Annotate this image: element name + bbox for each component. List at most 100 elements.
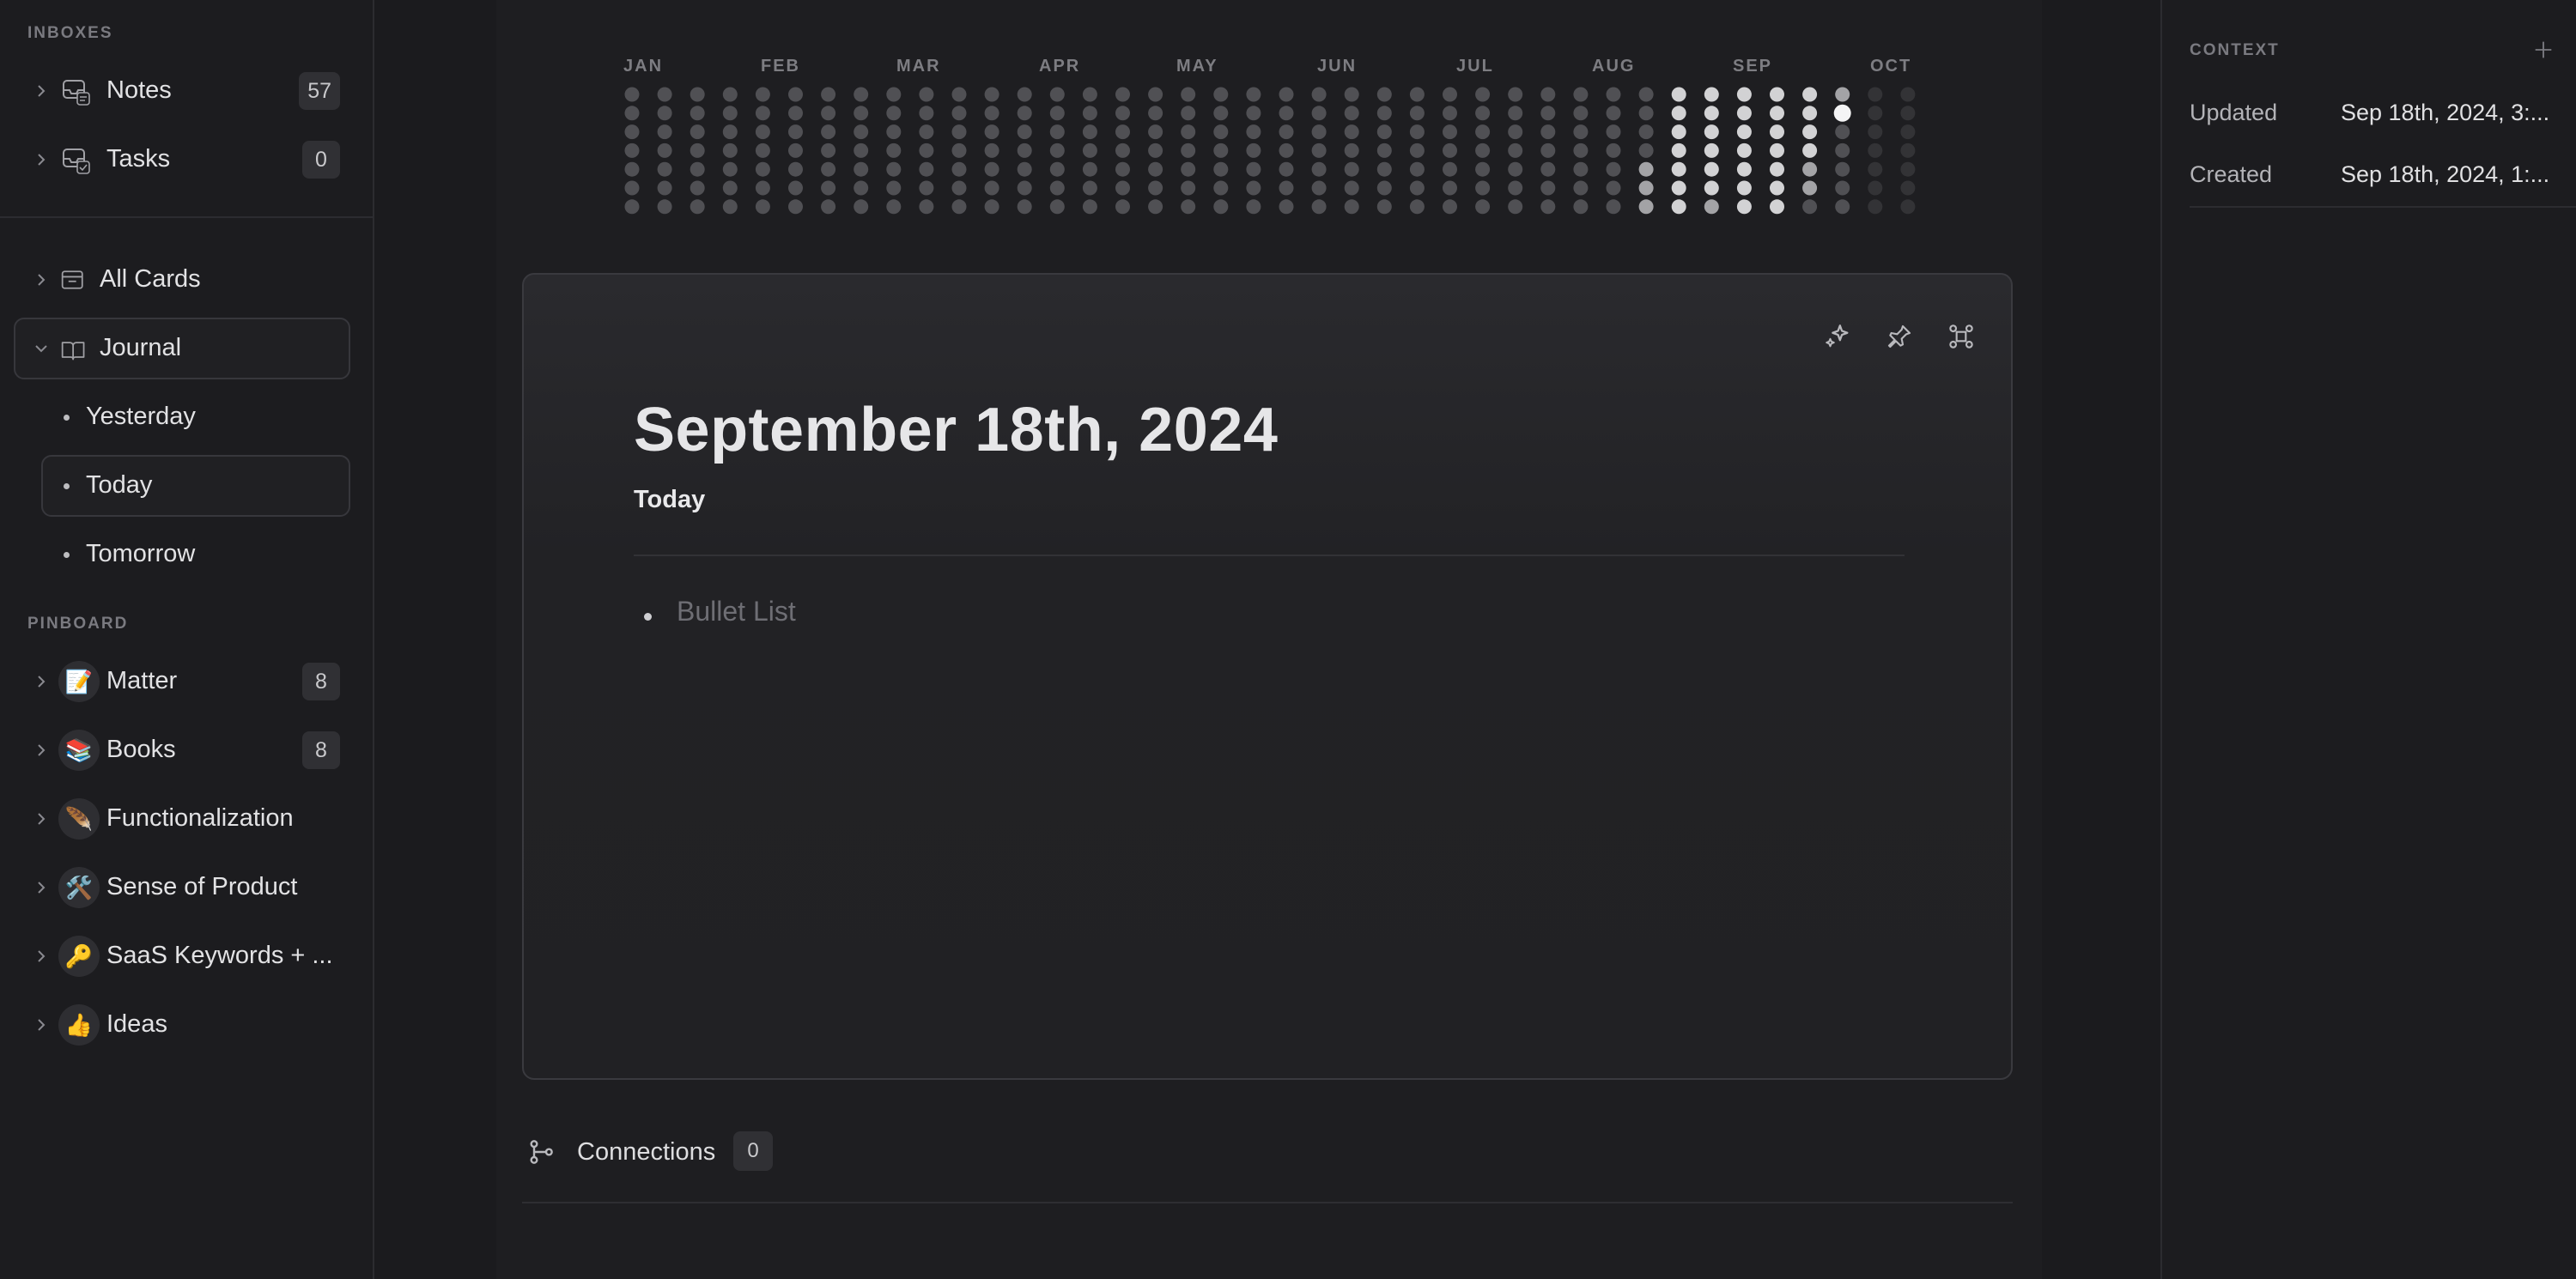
heatmap-day-dot[interactable]: [657, 142, 672, 158]
heatmap-day-dot[interactable]: [1833, 104, 1851, 122]
heatmap-day-dot[interactable]: [1638, 161, 1654, 177]
heatmap-day-dot[interactable]: [1246, 106, 1261, 121]
heatmap-day-dot[interactable]: [1573, 199, 1589, 215]
heatmap-day-dot[interactable]: [1344, 180, 1359, 196]
chevron-right-icon[interactable]: [31, 671, 52, 692]
heatmap-day-dot[interactable]: [984, 142, 999, 158]
heatmap-day-dot[interactable]: [1671, 142, 1686, 158]
journal-item-today[interactable]: Today: [41, 455, 350, 517]
heatmap-day-dot[interactable]: [1213, 142, 1229, 158]
heatmap-day-dot[interactable]: [1868, 106, 1883, 121]
heatmap-day-dot[interactable]: [1573, 87, 1589, 102]
heatmap-day-dot[interactable]: [1082, 180, 1097, 196]
heatmap-day-dot[interactable]: [1868, 199, 1883, 215]
heatmap-day-dot[interactable]: [854, 106, 869, 121]
heatmap-day-dot[interactable]: [919, 199, 934, 215]
heatmap-day-dot[interactable]: [1900, 124, 1916, 140]
heatmap-day-dot[interactable]: [788, 124, 803, 140]
heatmap-day-dot[interactable]: [1704, 161, 1719, 177]
heatmap-day-dot[interactable]: [1573, 142, 1589, 158]
heatmap-day-dot[interactable]: [1443, 106, 1457, 121]
heatmap-day-dot[interactable]: [984, 106, 999, 121]
heatmap-day-dot[interactable]: [1736, 142, 1752, 158]
heatmap-day-dot[interactable]: [722, 199, 738, 215]
heatmap-day-dot[interactable]: [1540, 124, 1556, 140]
heatmap-day-dot[interactable]: [788, 87, 803, 102]
heatmap-day-dot[interactable]: [1311, 142, 1327, 158]
heatmap-day-dot[interactable]: [1344, 106, 1359, 121]
heatmap-day-dot[interactable]: [1475, 199, 1491, 215]
heatmap-day-dot[interactable]: [1671, 161, 1686, 177]
heatmap-day-dot[interactable]: [1017, 180, 1032, 196]
heatmap-day-dot[interactable]: [788, 142, 803, 158]
heatmap-day-dot[interactable]: [1246, 180, 1261, 196]
heatmap-day-dot[interactable]: [1606, 161, 1621, 177]
heatmap-day-dot[interactable]: [951, 106, 967, 121]
heatmap-day-dot[interactable]: [755, 180, 770, 196]
heatmap-day-dot[interactable]: [1279, 161, 1294, 177]
heatmap-day-dot[interactable]: [1344, 142, 1359, 158]
heatmap-day-dot[interactable]: [1017, 87, 1032, 102]
heatmap-day-dot[interactable]: [1409, 106, 1425, 121]
chevron-right-icon[interactable]: [31, 1015, 52, 1035]
heatmap-day-dot[interactable]: [1671, 199, 1686, 215]
heatmap-day-dot[interactable]: [1246, 161, 1261, 177]
chevron-right-icon[interactable]: [31, 946, 52, 967]
heatmap-day-dot[interactable]: [1311, 124, 1327, 140]
heatmap-day-dot[interactable]: [854, 180, 869, 196]
heatmap-day-dot[interactable]: [1835, 124, 1850, 140]
heatmap-day-dot[interactable]: [1443, 87, 1457, 102]
heatmap-day-dot[interactable]: [886, 161, 902, 177]
heatmap-day-dot[interactable]: [624, 161, 640, 177]
heatmap-day-dot[interactable]: [1802, 142, 1818, 158]
ai-sparkle-button[interactable]: [1819, 318, 1856, 355]
heatmap-day-dot[interactable]: [722, 142, 738, 158]
heatmap-day-dot[interactable]: [1049, 161, 1065, 177]
heatmap-day-dot[interactable]: [1868, 124, 1883, 140]
heatmap-day-dot[interactable]: [1736, 87, 1752, 102]
heatmap-day-dot[interactable]: [1704, 180, 1719, 196]
pinboard-item-ideas[interactable]: 👍 Ideas: [14, 994, 350, 1056]
sidebar-item-tasks[interactable]: Tasks 0: [14, 129, 350, 191]
heatmap-day-dot[interactable]: [1606, 180, 1621, 196]
heatmap-day-dot[interactable]: [1540, 199, 1556, 215]
heatmap-day-dot[interactable]: [1736, 106, 1752, 121]
heatmap-day-dot[interactable]: [1770, 142, 1784, 158]
heatmap-day-dot[interactable]: [1900, 106, 1916, 121]
heatmap-day-dot[interactable]: [1344, 199, 1359, 215]
heatmap-day-dot[interactable]: [722, 87, 738, 102]
heatmap-day-dot[interactable]: [1671, 124, 1686, 140]
heatmap-day-dot[interactable]: [1868, 142, 1883, 158]
heatmap-day-dot[interactable]: [1443, 142, 1457, 158]
heatmap-day-dot[interactable]: [1017, 161, 1032, 177]
heatmap-day-dot[interactable]: [1246, 142, 1261, 158]
heatmap-day-dot[interactable]: [1508, 180, 1523, 196]
heatmap-day-dot[interactable]: [951, 87, 967, 102]
heatmap-day-dot[interactable]: [1736, 180, 1752, 196]
heatmap-day-dot[interactable]: [1802, 199, 1818, 215]
heatmap-day-dot[interactable]: [1835, 180, 1850, 196]
heatmap-day-dot[interactable]: [788, 106, 803, 121]
heatmap-day-dot[interactable]: [1409, 87, 1425, 102]
heatmap-day-dot[interactable]: [1376, 124, 1392, 140]
heatmap-day-dot[interactable]: [1049, 106, 1065, 121]
heatmap-day-dot[interactable]: [657, 161, 672, 177]
heatmap-day-dot[interactable]: [690, 124, 705, 140]
heatmap-day-dot[interactable]: [951, 142, 967, 158]
heatmap-day-dot[interactable]: [1148, 199, 1163, 215]
heatmap-day-dot[interactable]: [1115, 180, 1130, 196]
heatmap-day-dot[interactable]: [886, 87, 902, 102]
heatmap-day-dot[interactable]: [722, 161, 738, 177]
heatmap-day-dot[interactable]: [1540, 161, 1556, 177]
heatmap-day-dot[interactable]: [1540, 87, 1556, 102]
heatmap-day-dot[interactable]: [1475, 142, 1491, 158]
heatmap-day-dot[interactable]: [1082, 87, 1097, 102]
heatmap-day-dot[interactable]: [657, 87, 672, 102]
heatmap-day-dot[interactable]: [1540, 180, 1556, 196]
heatmap-day-dot[interactable]: [1213, 199, 1229, 215]
heatmap-day-dot[interactable]: [1770, 124, 1784, 140]
heatmap-day-dot[interactable]: [886, 199, 902, 215]
connect-nodes-button[interactable]: [1942, 318, 1980, 355]
heatmap-day-dot[interactable]: [1376, 87, 1392, 102]
heatmap-day-dot[interactable]: [1148, 124, 1163, 140]
